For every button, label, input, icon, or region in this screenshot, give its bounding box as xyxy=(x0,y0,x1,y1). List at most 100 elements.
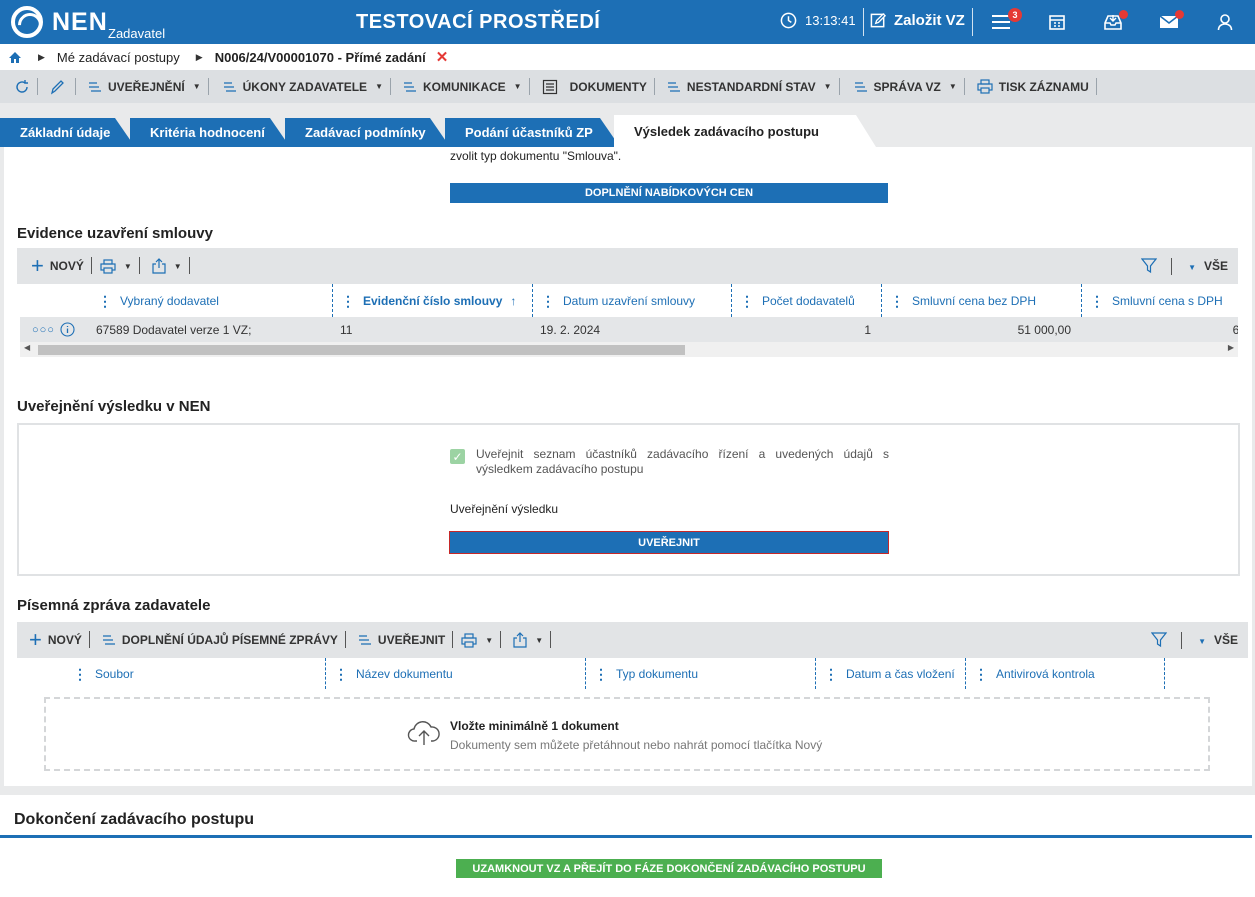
doplneni-nabidkovych-cen-button[interactable]: DOPLNĚNÍ NABÍDKOVÝCH CEN xyxy=(450,183,888,203)
tab-podani-ucastniku[interactable]: Podání účastníků ZP xyxy=(445,118,620,147)
col-label: Vybraný dodavatel xyxy=(120,293,219,308)
zprava-uverejnit-button[interactable]: UVEŘEJNIT xyxy=(346,622,454,658)
column-menu-icon: ⋮ xyxy=(1090,292,1104,309)
pencil-icon xyxy=(50,79,64,94)
inbox-alert-dot xyxy=(1119,10,1128,19)
zprava-export-menu[interactable]: ▼ xyxy=(501,622,552,658)
chevron-down-icon: ▼ xyxy=(513,82,522,91)
column-menu-icon: ⋮ xyxy=(740,292,754,309)
zprava-all-filter[interactable]: ▼ VŠE xyxy=(1196,633,1238,647)
row-more-icon[interactable]: ○○○ xyxy=(32,317,55,342)
document-icon xyxy=(542,79,557,94)
filter-icon[interactable] xyxy=(1151,632,1168,648)
evidence-section-title: Evidence uzavření smlouvy xyxy=(17,225,213,242)
col-antivirova-kontrola[interactable]: ⋮ Antivirová kontrola xyxy=(965,658,1165,689)
dokonceni-section-title: Dokončení zadávacího postupu xyxy=(14,811,255,828)
col-typ-dokumentu[interactable]: ⋮ Typ dokumentu xyxy=(585,658,815,689)
col-label: Datum a čas vložení xyxy=(846,666,955,681)
session-clock: 13:13:41 xyxy=(780,12,856,29)
chevron-down-icon: ▼ xyxy=(535,635,544,645)
tab-vysledek-zadavaciho-postupu[interactable]: Výsledek zadávacího postupu xyxy=(614,115,876,147)
zprava-print-menu[interactable]: ▼ xyxy=(453,622,502,658)
dropzone-title: Vložte minimálně 1 dokument xyxy=(450,719,619,733)
edit-icon xyxy=(870,12,887,28)
evidence-grid-toolbar: + NOVÝ ▼ ▼ ▼ VŠE xyxy=(17,248,1238,284)
col-label: Smluvní cena s DPH xyxy=(1112,293,1223,308)
tab-kriteria-hodnoceni[interactable]: Kritéria hodnocení xyxy=(130,118,290,147)
sprava-vz-menu[interactable]: SPRÁVA VZ ▼ xyxy=(840,70,966,103)
cloud-upload-icon xyxy=(407,721,440,745)
evidence-new-button[interactable]: + NOVÝ xyxy=(17,248,92,284)
section-divider xyxy=(0,835,1252,838)
doplneni-udaju-zpravy-button[interactable]: DOPLNĚNÍ ÚDAJŮ PÍSEMNÉ ZPRÁVY xyxy=(90,622,346,658)
tisk-zaznamu-button[interactable]: TISK ZÁZNAMU xyxy=(965,70,1097,103)
col-evidencni-cislo[interactable]: ⋮ Evidenční číslo smlouvy ↑ xyxy=(332,284,532,317)
evidence-export-menu[interactable]: ▼ xyxy=(140,248,190,284)
tab-zakladni-udaje[interactable]: Základní údaje xyxy=(0,118,135,147)
home-icon[interactable] xyxy=(8,51,22,64)
zprava-new-button[interactable]: + NOVÝ xyxy=(17,622,90,658)
ukony-menu[interactable]: ÚKONY ZADAVATELE ▼ xyxy=(209,70,392,103)
scroll-left-icon[interactable]: ◀ xyxy=(24,343,30,352)
col-cena-bez-dph[interactable]: ⋮ Smluvní cena bez DPH xyxy=(881,284,1081,317)
horizontal-scrollbar[interactable]: ◀ ▶ xyxy=(20,342,1238,357)
col-label: Počet dodavatelů xyxy=(762,293,855,308)
uverejneni-section-title: Uveřejnění výsledku v NEN xyxy=(17,398,211,415)
cell-cena-s-dph: 61 xyxy=(1232,322,1238,337)
sort-ascending-icon: ↑ xyxy=(510,293,517,308)
col-soubor[interactable]: ⋮ Soubor xyxy=(65,658,325,689)
breadcrumb-my-procedures[interactable]: Mé zadávací postupy xyxy=(57,50,180,65)
info-icon[interactable] xyxy=(60,317,75,342)
nen-logo-icon[interactable] xyxy=(11,6,43,38)
column-menu-icon: ⋮ xyxy=(541,292,555,309)
chevron-down-icon: ▼ xyxy=(823,82,832,91)
evidence-all-filter[interactable]: ▼ VŠE xyxy=(1186,259,1228,273)
evidence-print-menu[interactable]: ▼ xyxy=(92,248,140,284)
create-contract-button[interactable]: Založit VZ xyxy=(870,12,965,29)
komunikace-menu[interactable]: KOMUNIKACE ▼ xyxy=(391,70,530,103)
refresh-icon xyxy=(16,79,28,93)
evidence-all-label: VŠE xyxy=(1203,259,1228,273)
uverejnit-button[interactable]: UVEŘEJNIT xyxy=(449,531,889,554)
cell-evidencni-cislo: 11 xyxy=(340,322,353,337)
col-datum-uzavreni[interactable]: ⋮ Datum uzavření smlouvy xyxy=(532,284,732,317)
dokumenty-button[interactable]: DOKUMENTY xyxy=(530,70,656,103)
table-row[interactable]: ○○○ 67589 Dodavatel verze 1 VZ; 11 19. 2… xyxy=(20,317,1238,342)
scroll-right-icon[interactable]: ▶ xyxy=(1228,343,1234,352)
refresh-button[interactable] xyxy=(0,70,38,103)
chevron-down-icon: ▼ xyxy=(375,82,383,91)
publish-participants-checkbox[interactable]: ✓ xyxy=(450,449,465,464)
col-datum-cas-vlozeni[interactable]: ⋮ Datum a čas vložení xyxy=(815,658,965,689)
document-dropzone[interactable]: Vložte minimálně 1 dokument Dokumenty se… xyxy=(44,697,1210,771)
list-action-icon xyxy=(667,81,680,92)
printer-icon xyxy=(100,258,116,274)
main-content: zvolit typ dokumentu "Smlouva". DOPLNĚNÍ… xyxy=(4,147,1252,786)
tisk-label: TISK ZÁZNAMU xyxy=(998,79,1089,94)
user-profile-icon[interactable] xyxy=(1214,11,1236,33)
edit-button[interactable] xyxy=(38,70,76,103)
col-vybrany-dodavatel[interactable]: ⋮ Vybraný dodavatel xyxy=(90,284,332,317)
chevron-down-icon: ▼ xyxy=(192,82,201,91)
filter-icon[interactable] xyxy=(1141,258,1158,274)
uverejneni-menu[interactable]: UVEŘEJNĚNÍ ▼ xyxy=(76,70,209,103)
lock-and-finish-button[interactable]: UZAMKNOUT VZ A PŘEJÍT DO FÁZE DOKONČENÍ … xyxy=(456,859,882,878)
list-action-icon xyxy=(854,81,867,92)
create-contract-label: Založit VZ xyxy=(894,12,965,29)
breadcrumb-arrow-icon: ▶ xyxy=(195,51,203,62)
app-logo[interactable]: NEN xyxy=(52,8,108,37)
scrollbar-thumb[interactable] xyxy=(38,345,685,355)
environment-title: TESTOVACÍ PROSTŘEDÍ xyxy=(356,11,601,33)
breadcrumb: ▶ Mé zadávací postupy ▶ N006/24/V0000107… xyxy=(0,44,1255,70)
list-action-icon xyxy=(89,81,101,92)
plus-icon: + xyxy=(31,253,44,278)
nestandardni-stav-menu[interactable]: NESTANDARDNÍ STAV ▼ xyxy=(655,70,840,103)
tab-zadavaci-podminky[interactable]: Zadávací podmínky xyxy=(285,118,450,147)
col-cena-s-dph[interactable]: ⋮ Smluvní cena s DPH xyxy=(1081,284,1238,317)
zprava-new-label: NOVÝ xyxy=(47,633,82,647)
calendar-icon[interactable] xyxy=(1046,11,1068,33)
publish-participants-label: Uveřejnit seznam účastníků zadávacího ří… xyxy=(476,447,889,476)
col-pocet-dodavatelu[interactable]: ⋮ Počet dodavatelů xyxy=(731,284,881,317)
close-procedure-icon[interactable]: ✕ xyxy=(436,48,449,66)
plus-icon: + xyxy=(29,627,42,652)
col-nazev-dokumentu[interactable]: ⋮ Název dokumentu xyxy=(325,658,585,689)
